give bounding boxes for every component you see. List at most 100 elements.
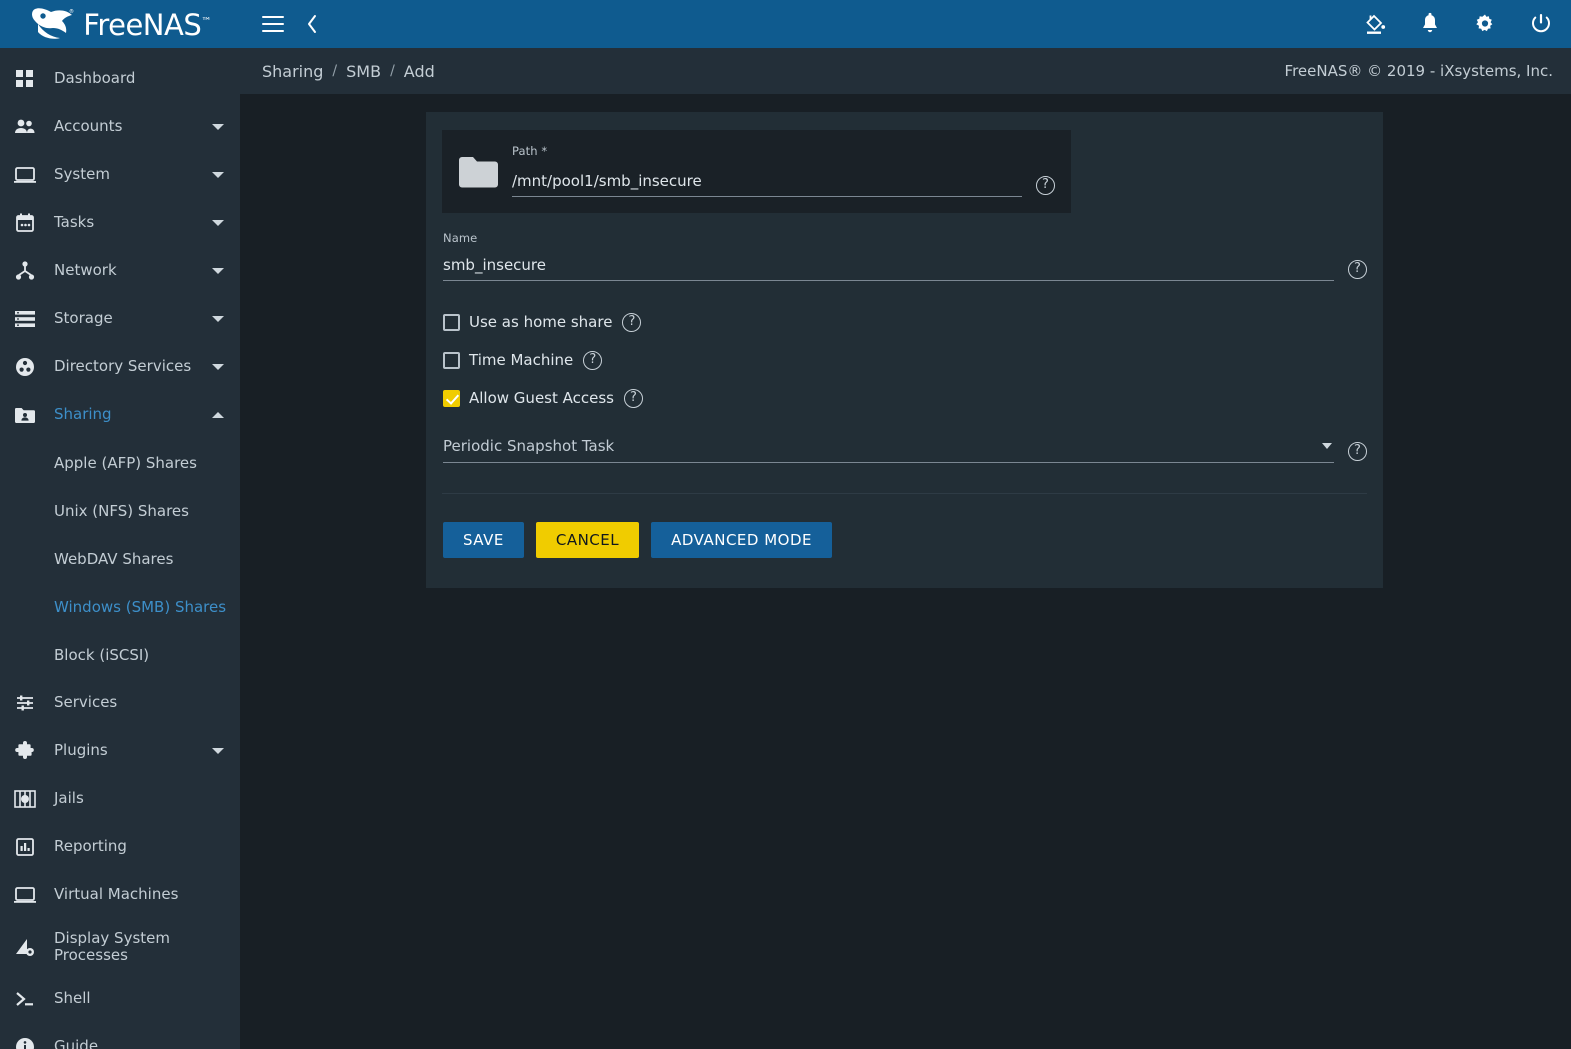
chevron-up-icon[interactable] — [212, 412, 224, 418]
path-label: Path * — [512, 144, 548, 158]
sidebar-item-unix-nfs-shares[interactable]: Unix (NFS) Shares — [0, 487, 240, 535]
bell-icon[interactable] — [1419, 12, 1441, 36]
chevron-down-icon[interactable] — [212, 316, 224, 322]
form-actions: SAVE CANCEL ADVANCED MODE — [442, 494, 1367, 588]
sidebar-item-directory-services[interactable]: Directory Services — [0, 343, 240, 391]
checkbox-row-time-machine: Time Machine ? — [443, 341, 1367, 379]
directory-circles-icon — [10, 355, 40, 379]
puzzle-icon — [10, 739, 40, 763]
sidebar-item-label: Virtual Machines — [54, 885, 179, 904]
sidebar-item-label: Tasks — [54, 213, 95, 232]
chevron-down-icon[interactable] — [1322, 443, 1332, 449]
sidebar-subitem-label: WebDAV Shares — [54, 550, 174, 568]
sidebar-item-display-system-processes[interactable]: Display System Processes — [0, 919, 240, 975]
allow-guest-access-checkbox[interactable] — [443, 389, 460, 407]
chevron-down-icon[interactable] — [212, 364, 224, 370]
sidebar-item-label: Shell — [54, 989, 91, 1008]
sidebar-item-guide[interactable]: Guide — [0, 1023, 240, 1049]
sidebar-item-apple-afp-shares[interactable]: Apple (AFP) Shares — [0, 439, 240, 487]
brand-tm: ™ — [201, 15, 211, 27]
jail-icon — [10, 787, 40, 811]
sidebar-subitem-label: Unix (NFS) Shares — [54, 502, 189, 520]
smb-share-form-card: Path * ? Name ? — [426, 112, 1383, 588]
periodic-snapshot-row: Periodic Snapshot Task ? — [442, 437, 1367, 463]
sidebar-item-webdav-shares[interactable]: WebDAV Shares — [0, 535, 240, 583]
periodic-snapshot-select[interactable]: Periodic Snapshot Task — [443, 437, 1334, 463]
use-as-home-share-checkbox[interactable] — [443, 313, 460, 331]
sidebar-item-shell[interactable]: Shell — [0, 975, 240, 1023]
allow-guest-access-help-icon[interactable]: ? — [623, 388, 643, 408]
brand-logo-area[interactable]: ® FreeNAS™ — [0, 0, 240, 48]
advanced-mode-button[interactable]: ADVANCED MODE — [651, 522, 832, 558]
save-button[interactable]: SAVE — [443, 522, 524, 558]
copyright-text: FreeNAS® © 2019 - iXsystems, Inc. — [1284, 62, 1553, 80]
periodic-snapshot-help-icon[interactable]: ? — [1348, 442, 1367, 461]
cancel-button[interactable]: CANCEL — [535, 522, 640, 558]
hamburger-menu-icon[interactable] — [262, 16, 284, 32]
sidebar-item-jails[interactable]: Jails — [0, 775, 240, 823]
breadcrumb: Sharing / SMB / Add — [262, 62, 435, 81]
path-input[interactable] — [512, 172, 1022, 197]
time-machine-checkbox[interactable] — [443, 351, 460, 369]
sidebar-item-label: Directory Services — [54, 357, 192, 376]
sidebar-item-label: Reporting — [54, 837, 127, 856]
path-row: Path * ? — [458, 144, 1055, 197]
sidebar-item-sharing[interactable]: Sharing — [0, 391, 240, 439]
sidebar-item-label: Services — [54, 693, 118, 712]
main-area: Sharing / SMB / Add FreeNAS® © 2019 - iX… — [240, 0, 1571, 1049]
power-icon[interactable] — [1529, 12, 1553, 36]
sidebar-item-system[interactable]: System — [0, 151, 240, 199]
use-as-home-share-help-icon[interactable]: ? — [622, 312, 642, 332]
people-icon — [10, 115, 40, 139]
sidebar-subitem-label: Block (iSCSI) — [54, 646, 150, 664]
sidebar-item-plugins[interactable]: Plugins — [0, 727, 240, 775]
periodic-snapshot-value: Periodic Snapshot Task — [443, 437, 615, 455]
freenas-shark-logo-icon: ® — [29, 7, 75, 41]
bar-chart-icon — [10, 835, 40, 859]
chevron-down-icon[interactable] — [212, 172, 224, 178]
sidebar-item-virtual-machines[interactable]: Virtual Machines — [0, 871, 240, 919]
sliders-icon — [10, 691, 40, 715]
sidebar-item-windows-smb-shares[interactable]: Windows (SMB) Shares — [0, 583, 240, 631]
chevron-left-icon[interactable] — [306, 14, 318, 34]
topbar — [240, 0, 1571, 48]
sidebar-item-accounts[interactable]: Accounts — [0, 103, 240, 151]
brand-name: FreeNAS™ — [83, 7, 211, 42]
sidebar-item-label: Accounts — [54, 117, 123, 136]
breadcrumb-item-sharing[interactable]: Sharing — [262, 62, 323, 81]
sidebar-item-dashboard[interactable]: Dashboard — [0, 55, 240, 103]
sidebar-item-network[interactable]: Network — [0, 247, 240, 295]
sidebar-item-label: Storage — [54, 309, 113, 328]
chevron-down-icon[interactable] — [212, 748, 224, 754]
chevron-down-icon[interactable] — [212, 124, 224, 130]
breadcrumb-item-smb[interactable]: SMB — [346, 62, 381, 81]
breadcrumb-separator: / — [390, 63, 395, 79]
checkbox-label: Use as home share — [469, 313, 613, 331]
sidebar-item-reporting[interactable]: Reporting — [0, 823, 240, 871]
paint-bucket-icon[interactable] — [1363, 12, 1387, 36]
sidebar-item-services[interactable]: Services — [0, 679, 240, 727]
info-circle-icon — [10, 1035, 40, 1049]
breadcrumb-item-add[interactable]: Add — [404, 62, 435, 81]
sidebar-item-block-iscsi[interactable]: Block (iSCSI) — [0, 631, 240, 679]
name-input[interactable] — [443, 256, 1334, 281]
terminal-prompt-icon — [10, 987, 40, 1011]
path-help-icon[interactable]: ? — [1036, 176, 1055, 195]
monitor-icon — [10, 883, 40, 907]
svg-text:®: ® — [69, 8, 74, 15]
sidebar-item-tasks[interactable]: Tasks — [0, 199, 240, 247]
processes-gear-icon — [10, 935, 40, 959]
name-field: Name — [443, 231, 1334, 281]
storage-stack-icon — [10, 307, 40, 331]
gear-icon[interactable] — [1473, 12, 1497, 36]
chevron-down-icon[interactable] — [212, 268, 224, 274]
sidebar-item-storage[interactable]: Storage — [0, 295, 240, 343]
name-help-icon[interactable]: ? — [1348, 260, 1367, 279]
sidebar-item-label: Jails — [54, 789, 84, 808]
sidebar-subitem-label: Windows (SMB) Shares — [54, 598, 227, 616]
sidebar-subitem-label: Apple (AFP) Shares — [54, 454, 197, 472]
sidebar-item-label: System — [54, 165, 110, 184]
folder-icon[interactable] — [458, 155, 502, 193]
chevron-down-icon[interactable] — [212, 220, 224, 226]
time-machine-help-icon[interactable]: ? — [583, 350, 603, 370]
